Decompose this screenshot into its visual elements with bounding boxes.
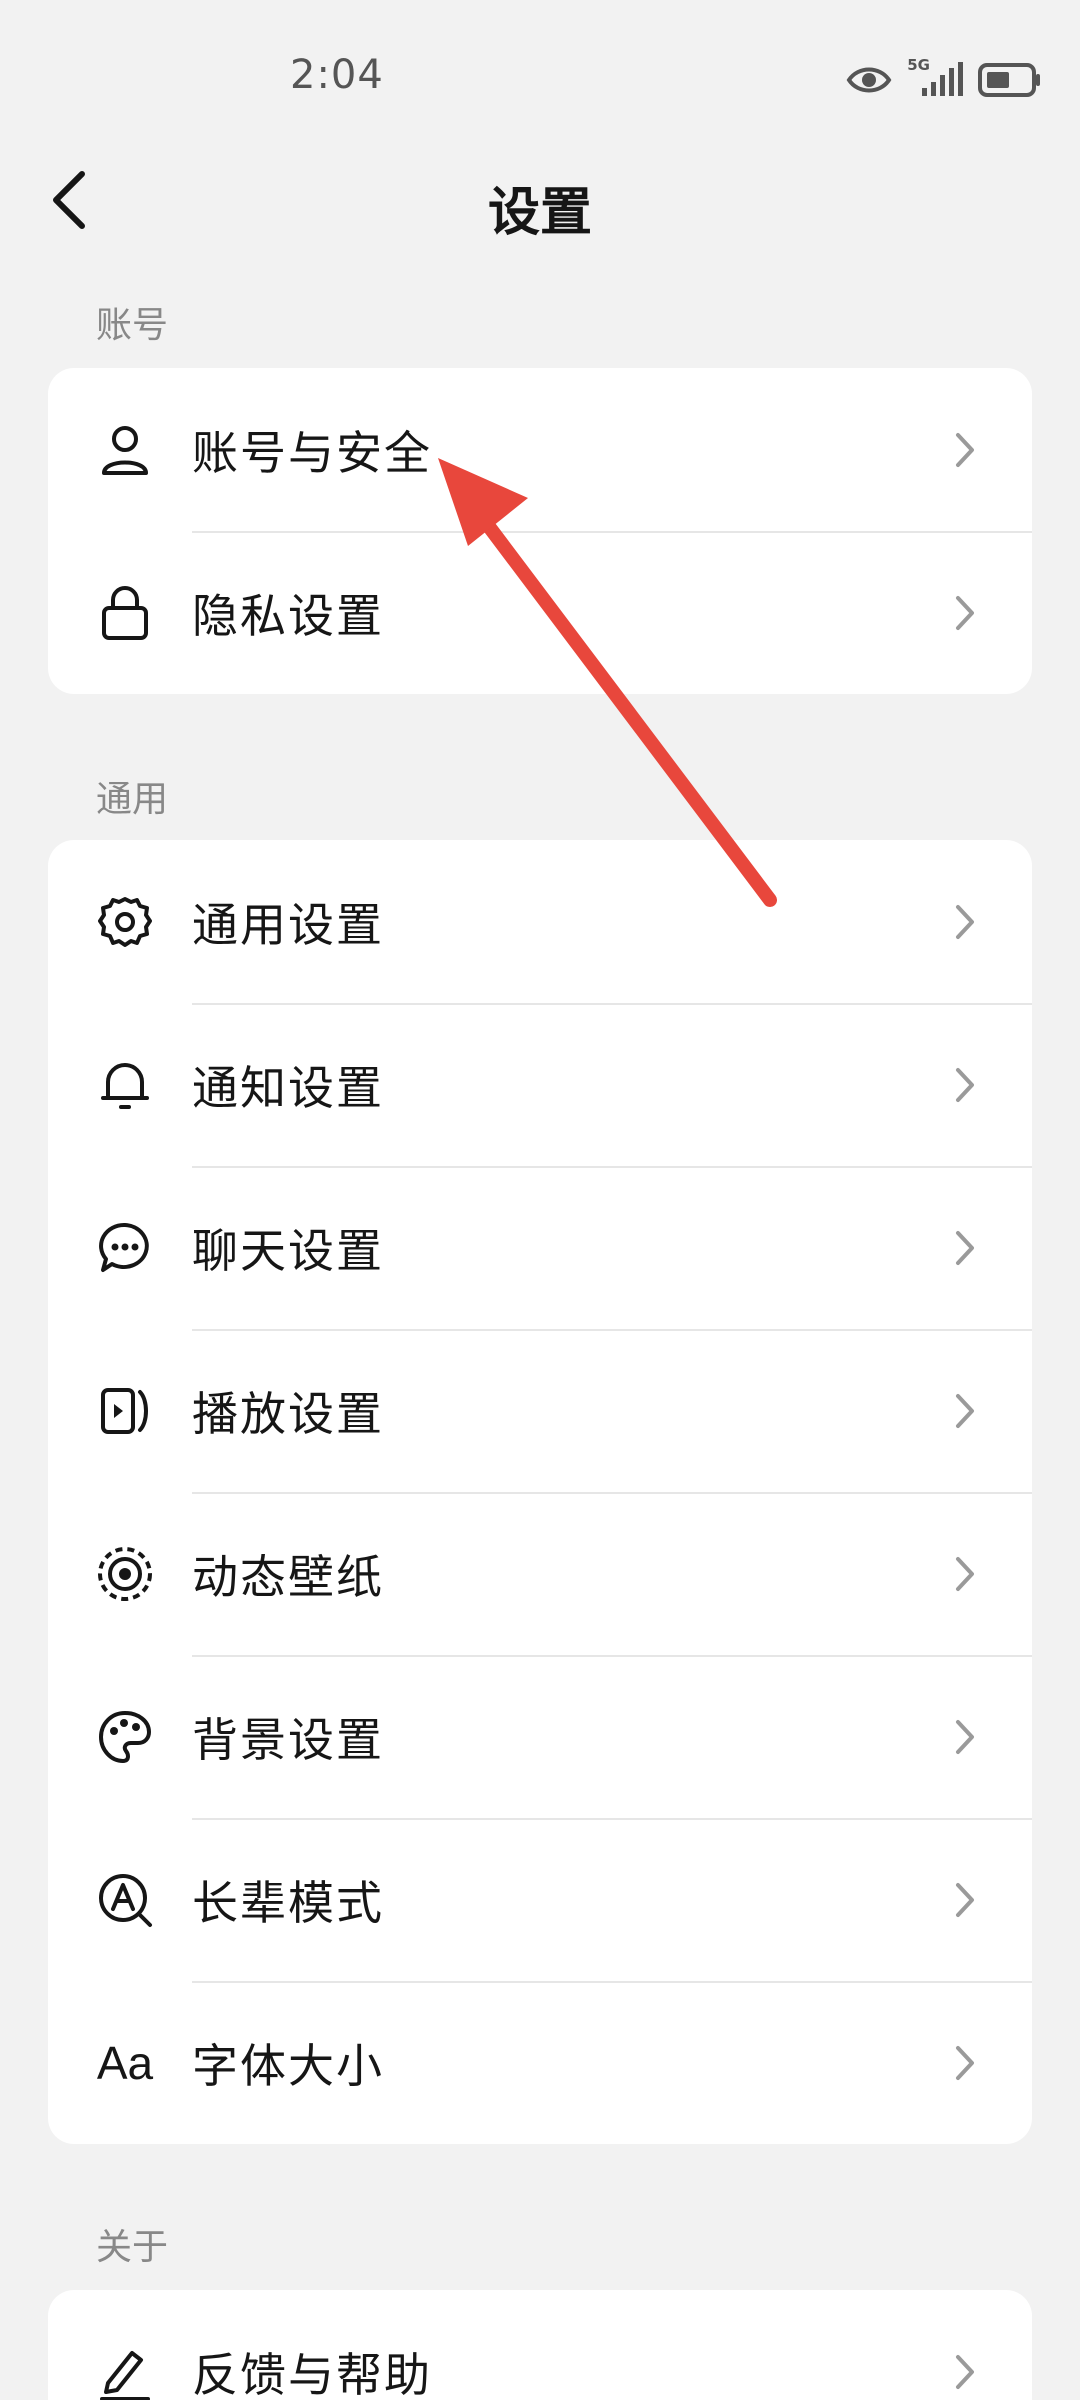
- chevron-right-icon: [956, 1556, 974, 1591]
- section-label-about: 关于: [96, 2227, 169, 2268]
- nav-bar: 设置: [0, 150, 1080, 250]
- pencil-icon: [94, 2341, 156, 2400]
- font-size-glyph: Aa: [96, 2036, 154, 2089]
- card-about: 反馈与帮助: [48, 2290, 1032, 2400]
- font-size-icon: Aa: [94, 2032, 156, 2094]
- row-chat-settings[interactable]: 聊天设置: [48, 1166, 1032, 1329]
- card-general: 通用设置 通知设置 聊天设置 播放设置 动态壁纸 背景设置 长辈模式 Aa 字体…: [48, 840, 1032, 2144]
- chevron-right-icon: [956, 1393, 974, 1428]
- row-label: 通知设置: [192, 1060, 384, 1115]
- person-icon: [94, 419, 156, 481]
- row-label: 聊天设置: [192, 1223, 384, 1278]
- elder-mode-icon: [94, 1869, 156, 1931]
- chevron-right-icon: [956, 904, 974, 939]
- chevron-right-icon: [956, 2045, 974, 2080]
- chat-bubble-icon: [94, 1217, 156, 1279]
- row-notification-settings[interactable]: 通知设置: [48, 1003, 1032, 1166]
- lock-icon: [94, 582, 156, 644]
- row-general-settings[interactable]: 通用设置: [48, 840, 1032, 1003]
- chevron-right-icon: [956, 1882, 974, 1917]
- section-label-general: 通用: [96, 779, 169, 820]
- row-font-size[interactable]: Aa 字体大小: [48, 1981, 1032, 2144]
- row-label: 长辈模式: [192, 1875, 384, 1930]
- row-label: 字体大小: [192, 2038, 384, 2093]
- row-elder-mode[interactable]: 长辈模式: [48, 1818, 1032, 1981]
- row-label: 隐私设置: [192, 588, 384, 643]
- row-label: 动态壁纸: [192, 1549, 384, 1604]
- row-background-settings[interactable]: 背景设置: [48, 1655, 1032, 1818]
- signal-icon: [922, 62, 963, 96]
- live-wallpaper-icon: [94, 1543, 156, 1605]
- chevron-right-icon: [956, 1230, 974, 1265]
- play-icon: [94, 1380, 156, 1442]
- chevron-right-icon: [956, 595, 974, 630]
- row-privacy-settings[interactable]: 隐私设置: [48, 531, 1032, 694]
- page-title: 设置: [487, 183, 592, 243]
- palette-icon: [94, 1706, 156, 1768]
- status-time: 2:04: [290, 52, 384, 98]
- chevron-right-icon: [956, 432, 974, 467]
- card-account: 账号与安全 隐私设置: [48, 368, 1032, 694]
- chevron-right-icon: [956, 2354, 974, 2389]
- gear-icon: [94, 891, 156, 953]
- row-label: 播放设置: [192, 1386, 384, 1441]
- row-label: 背景设置: [192, 1712, 384, 1767]
- chevron-right-icon: [956, 1719, 974, 1754]
- row-playback-settings[interactable]: 播放设置: [48, 1329, 1032, 1492]
- chevron-right-icon: [956, 1067, 974, 1102]
- bell-icon: [94, 1054, 156, 1116]
- row-feedback-help[interactable]: 反馈与帮助: [48, 2290, 1032, 2400]
- row-label: 通用设置: [192, 897, 384, 952]
- battery-icon: [978, 63, 1040, 97]
- row-account-security[interactable]: 账号与安全: [48, 368, 1032, 531]
- row-live-wallpaper[interactable]: 动态壁纸: [48, 1492, 1032, 1655]
- section-label-account: 账号: [96, 305, 169, 346]
- status-bar: 2:04 5G: [0, 0, 1080, 160]
- row-label: 反馈与帮助: [192, 2347, 432, 2400]
- row-label: 账号与安全: [192, 425, 432, 480]
- eye-icon: [846, 67, 892, 93]
